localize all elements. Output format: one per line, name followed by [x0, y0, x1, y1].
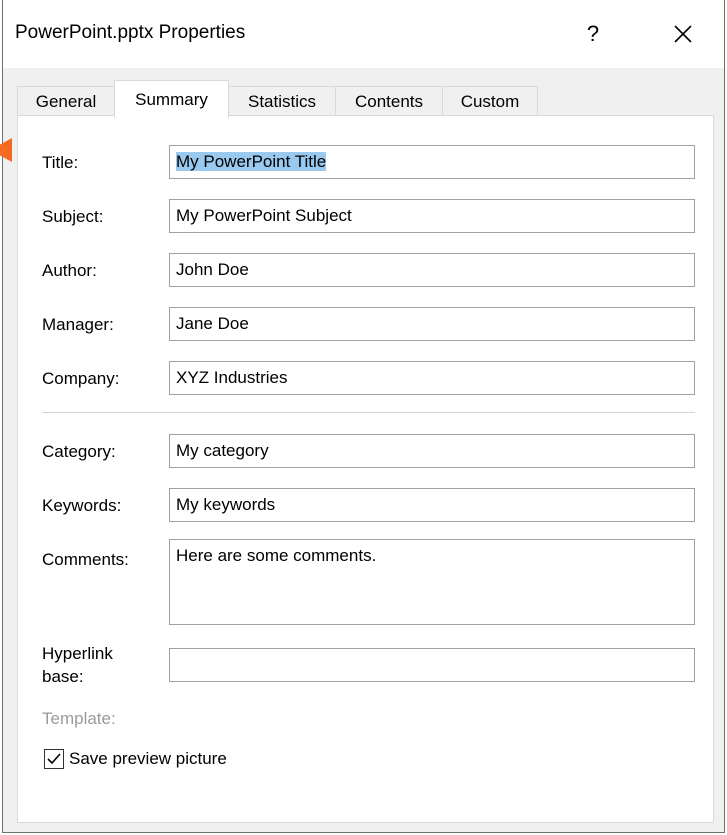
author-label: Author: — [42, 261, 97, 280]
checkmark-icon — [47, 753, 61, 765]
tab-general[interactable]: General — [17, 86, 115, 116]
comments-label: Comments: — [42, 550, 129, 569]
manager-field[interactable]: Jane Doe — [169, 307, 695, 341]
save-preview-label: Save preview picture — [69, 749, 227, 768]
tab-statistics[interactable]: Statistics — [228, 86, 336, 116]
properties-dialog: PowerPoint.pptx Properties ? General Sum… — [2, 0, 725, 833]
close-icon — [674, 25, 692, 43]
manager-label: Manager: — [42, 315, 114, 334]
author-field[interactable]: John Doe — [169, 253, 695, 287]
company-label: Company: — [42, 369, 120, 388]
subject-label: Subject: — [42, 207, 104, 226]
close-button[interactable] — [663, 14, 703, 54]
section-divider — [42, 412, 695, 413]
comments-field[interactable]: Here are some comments. — [169, 539, 695, 625]
hyperlink-base-field[interactable] — [169, 648, 695, 682]
tab-contents[interactable]: Contents — [335, 86, 443, 116]
title-label: Title: — [42, 153, 79, 172]
company-field[interactable]: XYZ Industries — [169, 361, 695, 395]
template-label: Template: — [42, 709, 116, 728]
title-bar: PowerPoint.pptx Properties ? — [3, 0, 724, 68]
pointer-arrow-icon — [0, 138, 12, 162]
hyperlink-base-label-line2: base: — [42, 667, 84, 686]
help-button[interactable]: ? — [573, 14, 613, 54]
save-preview-checkbox[interactable] — [44, 749, 64, 769]
category-label: Category: — [42, 442, 116, 461]
title-field[interactable]: My PowerPoint Title — [169, 145, 695, 179]
keywords-field[interactable]: My keywords — [169, 488, 695, 522]
tab-custom[interactable]: Custom — [442, 86, 538, 116]
window-title: PowerPoint.pptx Properties — [15, 22, 246, 43]
tab-summary[interactable]: Summary — [114, 80, 229, 118]
hyperlink-base-label-line1: Hyperlink — [42, 644, 113, 663]
summary-panel: Title: My PowerPoint Title Subject: My P… — [17, 115, 714, 823]
subject-field[interactable]: My PowerPoint Subject — [169, 199, 695, 233]
category-field[interactable]: My category — [169, 434, 695, 468]
title-field-value: My PowerPoint Title — [176, 152, 327, 171]
save-preview-row[interactable]: Save preview picture — [44, 749, 227, 769]
keywords-label: Keywords: — [42, 496, 122, 515]
